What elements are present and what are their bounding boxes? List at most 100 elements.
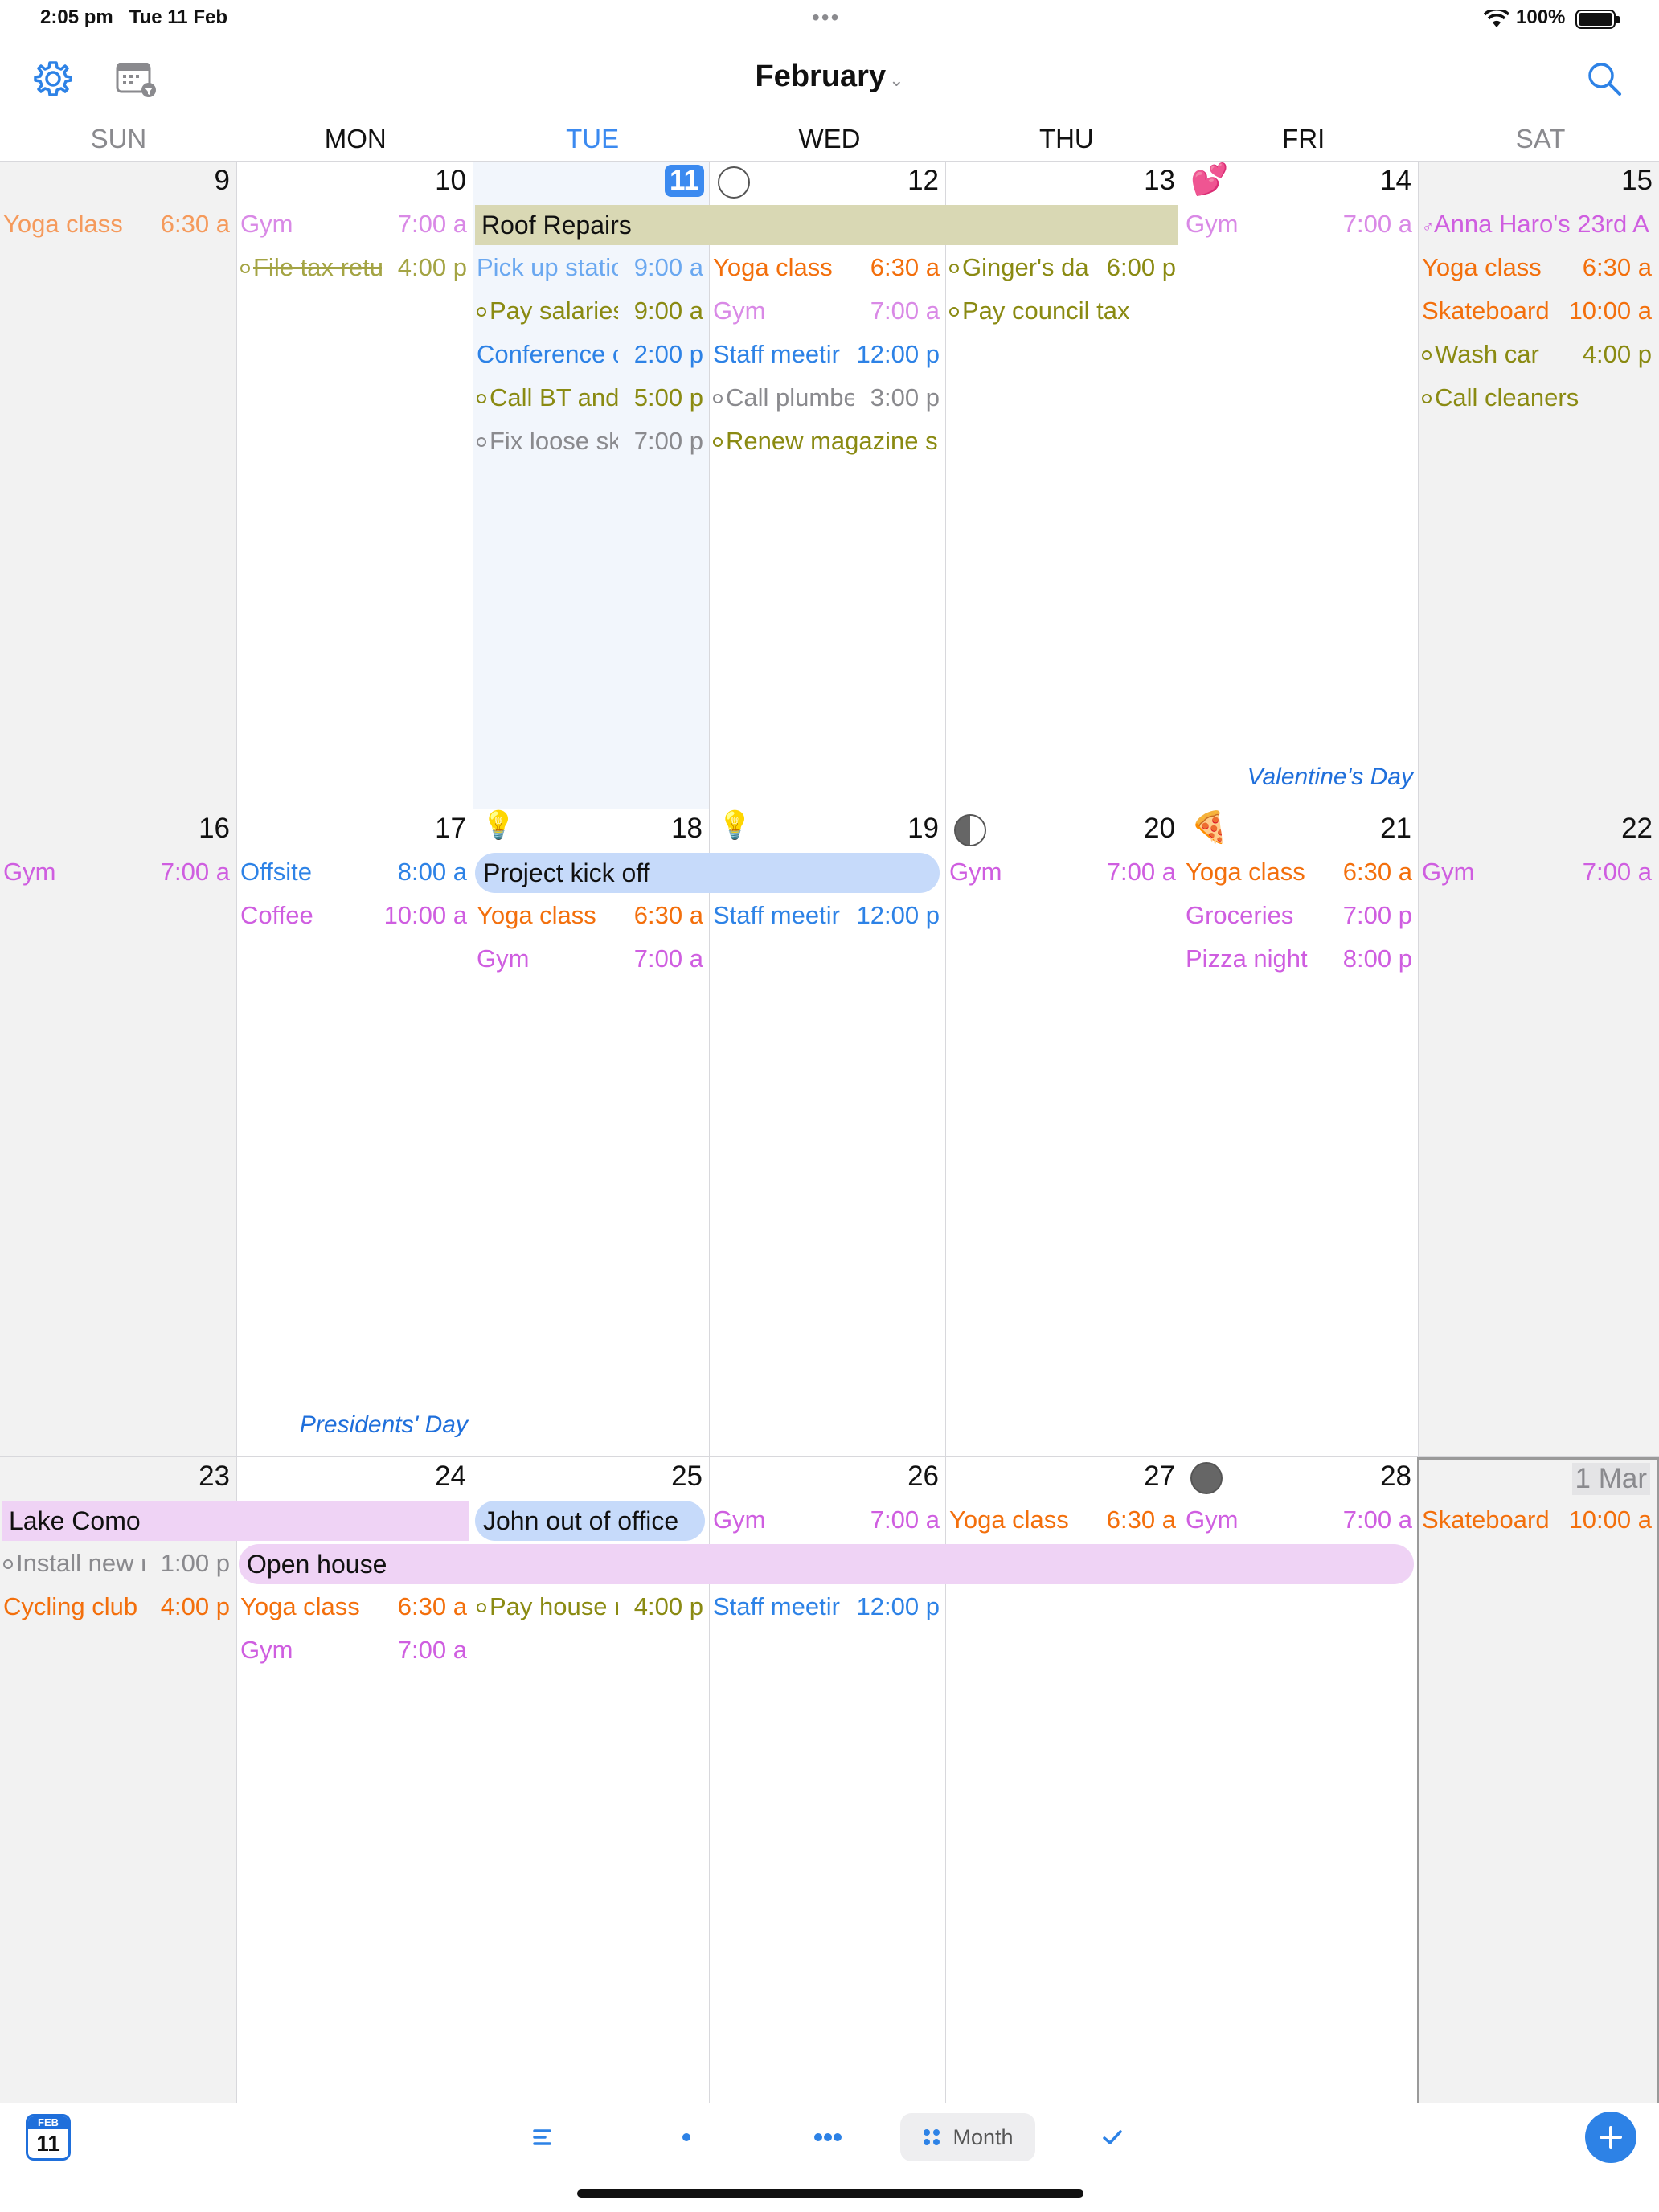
last-quarter-moon-icon xyxy=(954,814,986,846)
task-circle-icon[interactable] xyxy=(949,264,959,273)
day-number: 15 xyxy=(1621,165,1653,196)
event-item[interactable]: Groceries 7:00 p xyxy=(1182,896,1417,935)
event-item[interactable]: Gym 7:00 a xyxy=(1182,1501,1417,1539)
list-view-icon[interactable] xyxy=(521,2113,566,2161)
task-circle-icon[interactable] xyxy=(240,264,250,273)
event-item[interactable]: Gym 7:00 a xyxy=(710,1501,944,1539)
event-item[interactable]: Gym 7:00 a xyxy=(1182,205,1417,244)
day-cell-feb-14[interactable]: 💕 14 Valentine's Day xyxy=(1182,162,1419,809)
today-button[interactable]: FEB 11 xyxy=(24,2113,72,2161)
task-circle-icon[interactable] xyxy=(3,1559,13,1569)
event-item[interactable]: Pick up statio 9:00 a xyxy=(473,248,708,287)
event-item[interactable]: Gym 7:00 a xyxy=(0,853,235,891)
holiday-label[interactable]: Valentine's Day xyxy=(1247,764,1413,791)
tasks-checkmark-icon[interactable] xyxy=(1090,2113,1135,2161)
task-item[interactable]: Renew magazine s xyxy=(710,422,944,461)
day-number: 20 xyxy=(1144,813,1175,844)
day-cell-feb-22[interactable]: 22 xyxy=(1419,809,1659,1456)
event-item[interactable]: Conference c 2:00 p xyxy=(473,335,708,374)
task-item[interactable]: Call plumbe 3:00 p xyxy=(710,379,944,417)
event-item[interactable]: Yoga class 6:30 a xyxy=(237,1587,472,1626)
event-item[interactable]: Staff meetir 12:00 p xyxy=(710,335,944,374)
task-item[interactable]: Fix loose sk 7:00 p xyxy=(473,422,708,461)
task-item-completed[interactable]: File tax retu 4:00 p xyxy=(237,248,472,287)
event-bar-roof-repairs[interactable]: Roof Repairs xyxy=(475,205,1178,245)
task-item[interactable]: Wash car 4:00 p xyxy=(1419,335,1657,374)
task-item[interactable]: Install new r 1:00 p xyxy=(0,1544,235,1583)
day-number: 10 xyxy=(435,165,466,196)
day-cell-feb-9[interactable]: 9 xyxy=(0,162,237,809)
day-cell-feb-20[interactable]: 20 xyxy=(946,809,1182,1456)
month-title-dropdown[interactable]: February ⌄ xyxy=(0,59,1659,94)
day-cell-mar-1[interactable]: 1 Mar xyxy=(1417,1457,1659,2104)
holiday-label[interactable]: Presidents' Day xyxy=(300,1411,468,1439)
event-item[interactable]: Yoga class 6:30 a xyxy=(0,205,235,244)
month-view-button[interactable]: Month xyxy=(900,2113,1035,2161)
event-bar-lake-como[interactable]: Lake Como xyxy=(2,1501,469,1541)
day-number: 27 xyxy=(1144,1460,1175,1492)
search-icon[interactable] xyxy=(1580,55,1628,103)
task-circle-icon[interactable] xyxy=(949,307,959,317)
task-item[interactable]: Pay salaries 9:00 a xyxy=(473,292,708,330)
event-item[interactable]: Yoga class 6:30 a xyxy=(1419,248,1657,287)
bottom-toolbar: FEB 11 Month xyxy=(0,2103,1659,2172)
event-item[interactable]: Yoga class 6:30 a xyxy=(946,1501,1181,1539)
task-item[interactable]: Pay council tax xyxy=(946,292,1181,330)
full-moon-icon xyxy=(718,166,750,199)
birthday-icon: ♂ xyxy=(1422,219,1434,236)
weekday-header: SUN MON TUE WED THU FRI SAT xyxy=(0,119,1659,161)
event-item[interactable]: Yoga class 6:30 a xyxy=(1182,853,1417,891)
new-moon-icon xyxy=(1190,1462,1223,1494)
event-item[interactable]: Offsite 8:00 a xyxy=(237,853,472,891)
event-item[interactable]: Gym 7:00 a xyxy=(237,205,472,244)
task-circle-icon[interactable] xyxy=(477,307,486,317)
event-item[interactable]: Staff meetir 12:00 p xyxy=(710,1587,944,1626)
lightbulb-emoji-icon: 💡 xyxy=(718,809,752,842)
event-item[interactable]: Gym 7:00 a xyxy=(1419,853,1657,891)
battery-percent: 100% xyxy=(1516,6,1566,28)
day-cell-feb-16[interactable]: 16 xyxy=(0,809,237,1456)
day-view-icon[interactable] xyxy=(664,2113,709,2161)
task-circle-icon[interactable] xyxy=(1422,350,1432,360)
task-circle-icon[interactable] xyxy=(477,437,486,447)
task-circle-icon[interactable] xyxy=(477,394,486,403)
home-indicator[interactable] xyxy=(577,2189,1083,2198)
multitasking-dots-icon[interactable]: ••• xyxy=(812,5,840,31)
day-number: 26 xyxy=(907,1460,939,1492)
event-bar-project-kick-off[interactable]: Project kick off xyxy=(475,853,940,893)
task-item[interactable]: Ginger's da 6:00 p xyxy=(946,248,1181,287)
event-item[interactable]: Cycling club 4:00 p xyxy=(0,1587,235,1626)
task-circle-icon[interactable] xyxy=(1422,394,1432,403)
task-circle-icon[interactable] xyxy=(713,437,723,447)
wifi-icon xyxy=(1483,8,1510,33)
event-item[interactable]: Yoga class 6:30 a xyxy=(710,248,944,287)
event-item[interactable]: Gym 7:00 a xyxy=(946,853,1181,891)
event-bar-open-house[interactable]: Open house xyxy=(239,1544,1414,1584)
event-item[interactable]: Skateboard 10:00 a xyxy=(1419,1501,1657,1539)
status-time: 2:05 pm Tue 11 Feb xyxy=(40,6,227,28)
event-item[interactable]: Gym 7:00 a xyxy=(473,940,708,978)
birthday-item[interactable]: ♂Anna Haro's 23rd A xyxy=(1419,205,1657,244)
task-item[interactable]: Pay house r 4:00 p xyxy=(473,1587,708,1626)
event-item[interactable]: Gym 7:00 a xyxy=(237,1631,472,1669)
event-item[interactable]: Coffee 10:00 a xyxy=(237,896,472,935)
week-view-icon[interactable] xyxy=(804,2113,852,2161)
add-event-button[interactable] xyxy=(1585,2112,1636,2163)
task-item[interactable]: Call cleaners xyxy=(1419,379,1657,417)
hearts-emoji-icon: 💕 xyxy=(1190,162,1229,197)
task-circle-icon[interactable] xyxy=(713,394,723,403)
pizza-emoji-icon: 🍕 xyxy=(1190,809,1229,845)
event-bar-john-out-of-office[interactable]: John out of office xyxy=(475,1501,705,1541)
task-item[interactable]: Call BT and 5:00 p xyxy=(473,379,708,417)
event-item[interactable]: Pizza night 8:00 p xyxy=(1182,940,1417,978)
event-item[interactable]: Skateboard 10:00 a xyxy=(1419,292,1657,330)
event-item[interactable]: Yoga class 6:30 a xyxy=(473,896,708,935)
event-item[interactable]: Gym 7:00 a xyxy=(710,292,944,330)
task-circle-icon[interactable] xyxy=(477,1603,486,1612)
weekday-thu: THU xyxy=(1038,124,1094,154)
week-row-2: 16 17 Presidents' Day 💡 18 💡 19 20 🍕 21 … xyxy=(0,809,1659,1457)
today-calendar-icon: FEB 11 xyxy=(26,2114,71,2161)
weekday-sat: SAT xyxy=(1515,124,1566,154)
event-item[interactable]: Staff meetir 12:00 p xyxy=(710,896,944,935)
week-row-3: 23 24 25 26 27 28 1 Mar Lake Como John o… xyxy=(0,1457,1659,2105)
